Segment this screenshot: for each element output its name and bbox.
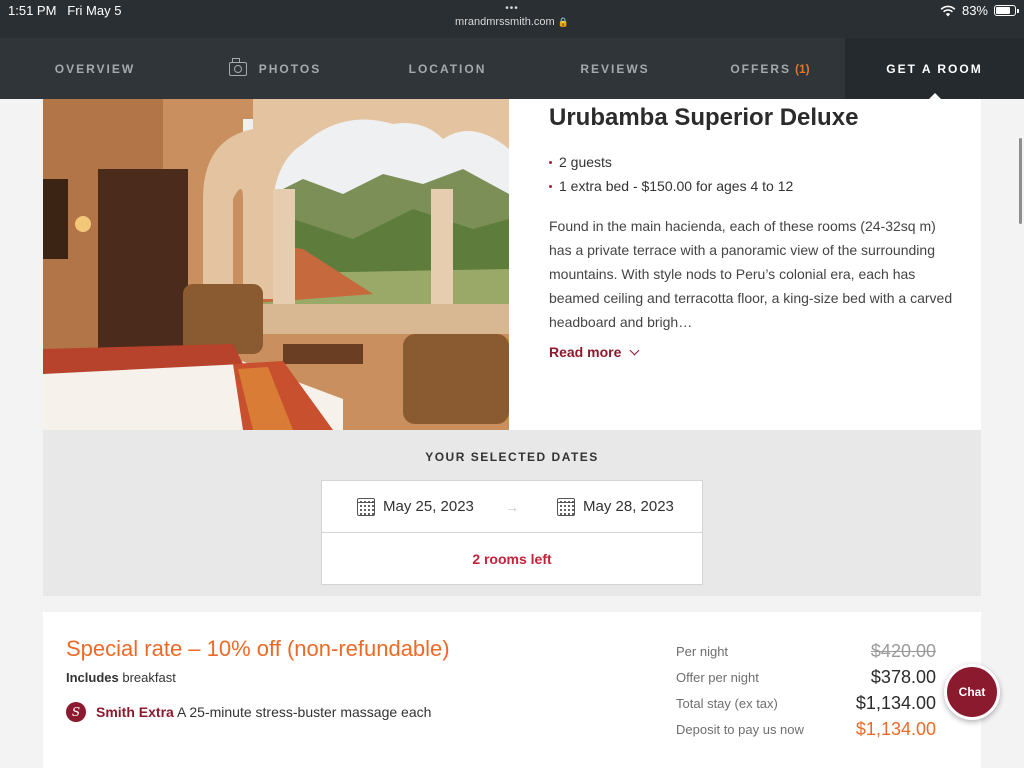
tab-offers[interactable]: OFFERS (1): [695, 38, 845, 99]
total-price: $1,134.00: [855, 692, 936, 713]
feature-extra-bed: 1 extra bed - $150.00 for ages 4 to 12: [549, 174, 959, 198]
camera-icon: [228, 57, 247, 76]
date-picker-box: May 25, 2023 → May 28, 2023 2 rooms left: [321, 480, 703, 585]
url-text[interactable]: mrandmrssmith.com 🔒: [0, 16, 1024, 28]
read-more-link[interactable]: Read more: [549, 344, 640, 360]
calendar-icon: [557, 497, 575, 516]
date-arrow: →: [492, 499, 532, 515]
chevron-down-icon: [629, 345, 640, 355]
battery-percent: 83%: [961, 3, 988, 18]
rate-card: Special rate – 10% off (non-refundable) …: [43, 612, 981, 768]
original-price: $420.00: [870, 640, 936, 661]
status-right: 83%: [940, 3, 1019, 18]
tab-photos[interactable]: PHOTOS: [190, 38, 360, 99]
room-title: Urubamba Superior Deluxe: [549, 104, 859, 131]
smith-extra-label: Smith Extra: [96, 704, 174, 720]
tab-overview[interactable]: OVERVIEW: [0, 38, 190, 99]
lock-icon: 🔒: [557, 17, 569, 27]
check-out-date[interactable]: May 28, 2023: [532, 497, 702, 516]
room-description: Found in the main hacienda, each of thes…: [549, 218, 953, 330]
room-card: Urubamba Superior Deluxe 2 guests 1 extr…: [43, 99, 981, 430]
rooms-left-notice: 2 rooms left: [472, 551, 552, 567]
battery-icon: [994, 5, 1019, 16]
price-row-deposit: Deposit to pay us now $1,134.00: [676, 718, 936, 739]
smith-extra-text: A 25-minute stress-buster massage each: [176, 704, 432, 720]
hotel-nav: OVERVIEW PHOTOS LOCATION REVIEWS OFFERS …: [0, 38, 1024, 99]
chat-button[interactable]: Chat: [944, 664, 1000, 720]
rate-includes: Includes breakfast: [66, 670, 176, 685]
room-photo-illustration: [43, 99, 509, 430]
tab-location[interactable]: LOCATION: [360, 38, 535, 99]
room-photo[interactable]: [43, 99, 509, 430]
price-row-total: Total stay (ex tax) $1,134.00: [676, 692, 936, 713]
check-in-date[interactable]: May 25, 2023: [322, 497, 492, 516]
deposit-price: $1,134.00: [855, 718, 936, 739]
rate-title: Special rate – 10% off (non-refundable): [66, 636, 450, 661]
scrollbar[interactable]: [1019, 138, 1022, 224]
room-features: 2 guests 1 extra bed - $150.00 for ages …: [549, 150, 959, 198]
price-table: Per night $420.00 Offer per night $378.0…: [676, 638, 936, 742]
dates-heading: YOUR SELECTED DATES: [425, 450, 599, 464]
address-bar[interactable]: ••• mrandmrssmith.com 🔒: [0, 4, 1024, 29]
more-dots-icon[interactable]: •••: [0, 4, 1024, 14]
wifi-icon: [940, 5, 956, 16]
offers-count-badge: (1): [795, 61, 810, 76]
tab-reviews[interactable]: REVIEWS: [535, 38, 695, 99]
room-info: Urubamba Superior Deluxe 2 guests 1 extr…: [549, 104, 959, 362]
calendar-icon: [357, 497, 375, 516]
date-range-row: May 25, 2023 → May 28, 2023: [322, 481, 702, 533]
offer-price: $378.00: [870, 666, 936, 687]
arrow-right-icon: →: [505, 498, 519, 515]
smith-logo-icon: S: [66, 702, 86, 722]
tab-get-a-room[interactable]: GET A ROOM: [845, 38, 1024, 99]
smith-extra: S Smith Extra A 25-minute stress-buster …: [66, 702, 431, 722]
status-bar: 1:51 PM Fri May 5 ••• mrandmrssmith.com …: [0, 0, 1024, 38]
price-row-per-night: Per night $420.00: [676, 640, 936, 661]
price-row-offer: Offer per night $378.00: [676, 666, 936, 687]
feature-guests: 2 guests: [549, 150, 959, 174]
selected-dates-section: YOUR SELECTED DATES May 25, 2023 → May 2…: [43, 430, 981, 596]
